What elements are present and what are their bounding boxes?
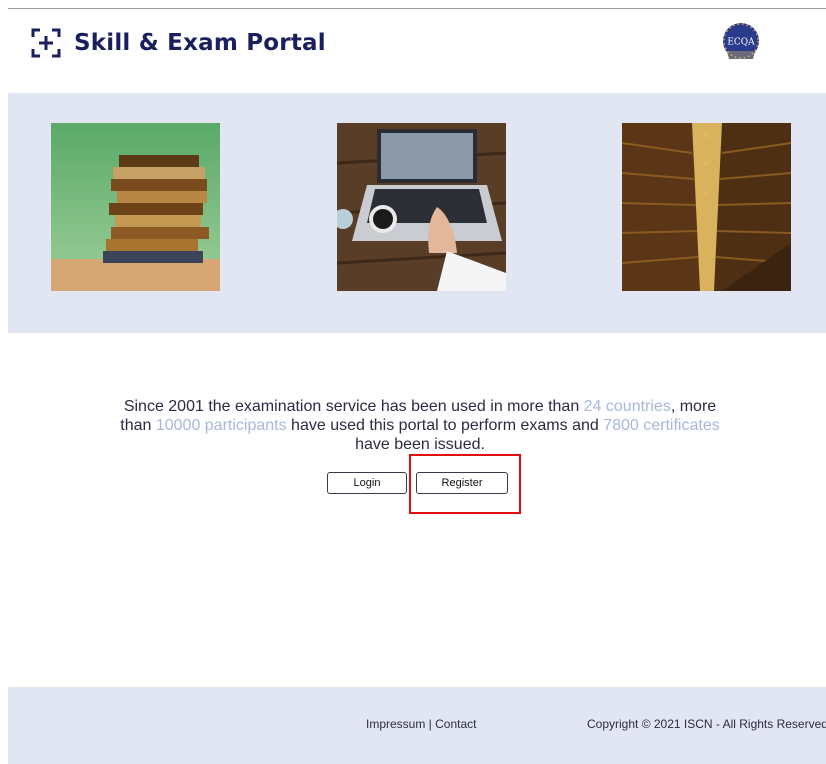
image-banner	[8, 93, 826, 333]
footer-separator: |	[425, 717, 436, 731]
library-image	[622, 123, 791, 291]
login-button[interactable]: Login	[327, 472, 407, 494]
laptop-image	[337, 123, 506, 291]
impressum-link[interactable]: Impressum	[366, 717, 425, 731]
contact-link[interactable]: Contact	[435, 717, 476, 731]
expand-plus-icon	[31, 28, 61, 58]
logo[interactable]: Skill & Exam Portal	[30, 27, 326, 59]
ecqa-badge-icon: ECQA	[723, 23, 759, 59]
certificates-count: 7800 certificates	[603, 417, 720, 434]
footer-links: Impressum | Contact	[366, 717, 477, 731]
register-button[interactable]: Register	[416, 472, 508, 494]
stats-text-1: Since 2001 the examination service has b…	[123, 398, 584, 415]
site-title: Skill & Exam Portal	[74, 30, 326, 56]
books-image	[51, 123, 220, 291]
badge-label: ECQA	[727, 38, 755, 48]
stats-text-4: have been issued.	[355, 436, 485, 453]
usage-statistics: Since 2001 the examination service has b…	[120, 397, 720, 454]
footer: Impressum | Contact Copyright © 2021 ISC…	[8, 687, 826, 764]
copyright-text: Copyright © 2021 ISCN - All Rights Reser…	[587, 717, 826, 731]
countries-count: 24 countries	[583, 398, 671, 415]
participants-count: 10000 participants	[155, 417, 287, 434]
header: Skill & Exam Portal ECQA	[8, 9, 826, 93]
stats-text-3: have used this portal to perform exams a…	[286, 417, 604, 434]
